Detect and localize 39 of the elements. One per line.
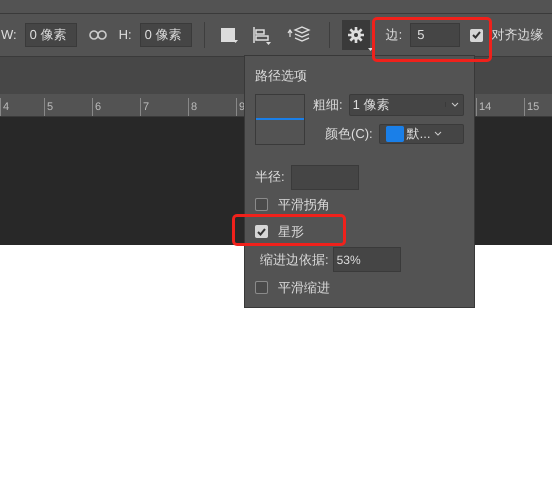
sides-label: 边:: [386, 26, 402, 44]
panel-title: 路径选项: [255, 67, 308, 85]
checkbox[interactable]: [255, 198, 268, 212]
ruler-number: 7: [140, 98, 150, 116]
ruler-number: 8: [188, 98, 198, 116]
stroke-preview: [255, 94, 305, 144]
thickness-dropdown[interactable]: 1 像素: [348, 94, 464, 116]
ruler-number: 4: [0, 98, 10, 116]
thickness-label: 粗细:: [313, 96, 343, 114]
width-label: W:: [1, 26, 17, 44]
width-field[interactable]: 0 像素: [24, 23, 77, 47]
align-icon[interactable]: [250, 25, 271, 45]
check-icon: [472, 31, 482, 39]
indent-field[interactable]: 53%: [332, 247, 401, 272]
radius-field[interactable]: [290, 164, 359, 190]
ruler-number: 14: [476, 98, 492, 116]
height-label: H:: [118, 26, 132, 44]
checked-checkbox[interactable]: [255, 225, 268, 238]
link-icon[interactable]: [88, 30, 107, 40]
ruler-number: 15: [524, 98, 540, 116]
settings-icon: [348, 27, 364, 43]
chevron-down-icon: [450, 102, 458, 107]
checkbox[interactable]: [255, 281, 268, 294]
sides-field[interactable]: 5: [410, 23, 460, 47]
ruler-number: 6: [92, 98, 102, 116]
checked-checkbox[interactable]: [470, 28, 484, 42]
align-edges-label: 对齐边缘: [491, 26, 544, 44]
option-label: 平滑拐角: [278, 196, 330, 214]
color-label: 颜色(C):: [325, 124, 373, 143]
height-field[interactable]: 0 像素: [140, 23, 192, 47]
radius-label: 半径:: [255, 168, 285, 186]
option-label: 平滑缩进: [278, 278, 330, 297]
check-icon: [257, 228, 266, 236]
indent-label: 缩进边依据:: [260, 250, 329, 269]
color-dropdown[interactable]: 默...: [378, 124, 464, 144]
settings-button[interactable]: [342, 20, 370, 50]
ruler-number: 5: [44, 98, 54, 116]
option-label: 星形: [278, 222, 304, 241]
chevron-down-icon: [434, 131, 442, 136]
